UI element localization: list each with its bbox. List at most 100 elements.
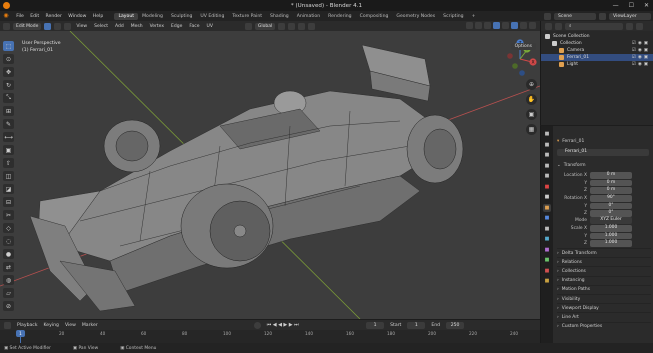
tool-extrude-icon[interactable]: ⇧	[3, 158, 14, 168]
panel-header[interactable]: › Relations	[557, 257, 651, 266]
properties-tab-output-icon[interactable]: ■	[543, 151, 551, 159]
tool-spin-icon[interactable]: ◌	[3, 236, 14, 246]
menu-window[interactable]: Window	[65, 14, 90, 19]
display-mode-icon[interactable]	[555, 22, 562, 30]
snap-settings-icon[interactable]	[298, 22, 306, 30]
tab-animation[interactable]: Animation	[293, 13, 324, 20]
snap-icon[interactable]	[288, 22, 296, 30]
visibility-icon[interactable]	[466, 22, 473, 29]
object-name-field[interactable]: Ferrari_01	[557, 149, 649, 156]
tab-layout[interactable]: Layout	[114, 12, 139, 20]
properties-tab-world-icon[interactable]: ■	[543, 183, 551, 191]
menu-face[interactable]: Face	[187, 24, 201, 29]
tool-annotate-icon[interactable]: ✎	[3, 119, 14, 129]
scale-y-field[interactable]: 1.000	[590, 232, 632, 240]
tool-rip-icon[interactable]: ⊘	[3, 301, 14, 311]
tab-geometry-nodes[interactable]: Geometry Nodes	[392, 13, 439, 20]
start-frame-field[interactable]: 1	[407, 321, 426, 329]
tool-scale-icon[interactable]: ⤡	[3, 93, 14, 103]
tool-knife-icon[interactable]: ✂	[3, 210, 14, 220]
pivot-icon[interactable]	[278, 22, 286, 30]
properties-tab-physics-icon[interactable]: ■	[543, 235, 551, 243]
properties-tab-modifiers-icon[interactable]: ■	[543, 214, 551, 222]
tab-uv-editing[interactable]: UV Editing	[196, 13, 228, 20]
menu-select[interactable]: Select	[92, 24, 110, 29]
properties-tab-scene-icon[interactable]: ■	[543, 172, 551, 180]
autokey-icon[interactable]	[253, 321, 261, 329]
properties-tab-view-layer-icon[interactable]: ■	[543, 162, 551, 170]
timeline-menu-playback[interactable]: Playback	[17, 323, 38, 328]
menu-vertex[interactable]: Vertex	[148, 24, 166, 29]
playback-controls[interactable]: ⏮◀◀▶▶⏭	[267, 322, 300, 328]
options-dropdown[interactable]: Options	[510, 43, 536, 50]
3d-viewport[interactable]: Z X Y User Perspective (1) Ferrari_01 ⬚ ⊙…	[0, 31, 540, 319]
location-x-field[interactable]: 0 m	[590, 172, 632, 179]
tool-cursor-icon[interactable]: ⊙	[3, 54, 14, 64]
panel-header[interactable]: › Instancing	[557, 275, 651, 285]
blender-menu-icon[interactable]: ◉	[2, 12, 10, 20]
scale-z-field[interactable]: 1.000	[590, 240, 632, 247]
menu-file[interactable]: File	[13, 14, 27, 19]
rotation-y-field[interactable]: 0°	[590, 202, 632, 210]
tool-loop-cut-icon[interactable]: ⊟	[3, 197, 14, 207]
rendered-shading-icon[interactable]	[529, 22, 536, 29]
mode-selector[interactable]: Edit Mode	[13, 22, 42, 30]
tab-rendering[interactable]: Rendering	[324, 13, 355, 20]
minimize-button[interactable]: —	[613, 2, 619, 9]
vertex-select-icon[interactable]	[44, 22, 52, 30]
visibility-toggle-icon[interactable]: ☑◉▣	[632, 55, 650, 60]
xray-icon[interactable]	[493, 22, 500, 29]
timeline-menu-view[interactable]: View	[65, 323, 76, 328]
properties-tab-object-icon[interactable]: ■	[543, 203, 551, 212]
proportional-edit-icon[interactable]	[308, 22, 316, 30]
panel-header[interactable]: › Visibility	[557, 293, 651, 303]
orientation-selector[interactable]: Global	[254, 22, 276, 30]
tool-poly-build-icon[interactable]: ◇	[3, 223, 14, 233]
panel-header[interactable]: › Delta Transform	[557, 248, 651, 257]
zoom-icon[interactable]: ⊕	[526, 79, 537, 90]
visibility-toggle-icon[interactable]: ☑◉▣	[632, 62, 650, 67]
perspective-toggle-icon[interactable]: ▦	[526, 124, 537, 135]
tool-add-cube-icon[interactable]: ▣	[3, 145, 14, 155]
face-select-icon[interactable]	[64, 22, 72, 30]
timeline-menu-marker[interactable]: Marker	[82, 323, 98, 328]
tab-compositing[interactable]: Compositing	[356, 13, 393, 20]
properties-tab-texture-icon[interactable]: ■	[543, 277, 551, 285]
material-shading-icon[interactable]	[520, 22, 527, 29]
tab-sculpting[interactable]: Sculpting	[167, 13, 196, 20]
outliner-row[interactable]: Collection ☑◉▣	[541, 40, 653, 47]
location-z-field[interactable]: 0 m	[590, 187, 632, 194]
solid-shading-icon[interactable]	[511, 22, 518, 29]
properties-tab-tool-icon[interactable]: ■	[543, 130, 551, 138]
menu-help[interactable]: Help	[90, 14, 107, 19]
tab-shading[interactable]: Shading	[266, 13, 293, 20]
scale-x-field[interactable]: 1.000	[590, 225, 632, 232]
edge-select-icon[interactable]	[54, 22, 62, 30]
outliner-search-input[interactable]: ⌕	[565, 22, 623, 30]
menu-render[interactable]: Render	[42, 14, 65, 19]
panel-header[interactable]: › Line Art	[557, 312, 651, 321]
panel-header[interactable]: › Custom Properties	[557, 321, 651, 331]
rotation-mode-dropdown[interactable]: XYZ Euler	[590, 217, 632, 224]
tool-rotate-icon[interactable]: ↻	[3, 80, 14, 90]
visibility-toggle-icon[interactable]: ☑◉▣	[632, 48, 650, 53]
outliner-editor-icon[interactable]	[545, 22, 552, 30]
outliner-row[interactable]: Light ☑◉▣	[541, 61, 653, 68]
transform-panel-header[interactable]: ⌄ Transform	[557, 162, 586, 169]
tool-select-box-icon[interactable]: ⬚	[3, 41, 14, 51]
current-frame-field[interactable]: 1	[366, 321, 385, 329]
location-y-field[interactable]: 0 m	[590, 179, 632, 187]
close-button[interactable]: ✕	[644, 2, 649, 9]
properties-tab-material-icon[interactable]: ■	[543, 267, 551, 275]
tab-texture-paint[interactable]: Texture Paint	[228, 13, 266, 20]
rotation-x-field[interactable]: 90°	[590, 195, 632, 202]
timeline[interactable]: 020406080100120140160180200220240 1	[0, 330, 540, 343]
filter-icon[interactable]	[626, 22, 633, 30]
timeline-editor-icon[interactable]	[4, 321, 11, 329]
view-layer-selector[interactable]: ViewLayer	[609, 12, 651, 20]
rotation-z-field[interactable]: 0°	[590, 210, 632, 217]
gizmo-icon[interactable]	[475, 22, 482, 29]
menu-edge[interactable]: Edge	[169, 24, 184, 29]
end-frame-field[interactable]: 250	[446, 321, 465, 329]
tool-shrink-icon[interactable]: ◍	[3, 275, 14, 285]
